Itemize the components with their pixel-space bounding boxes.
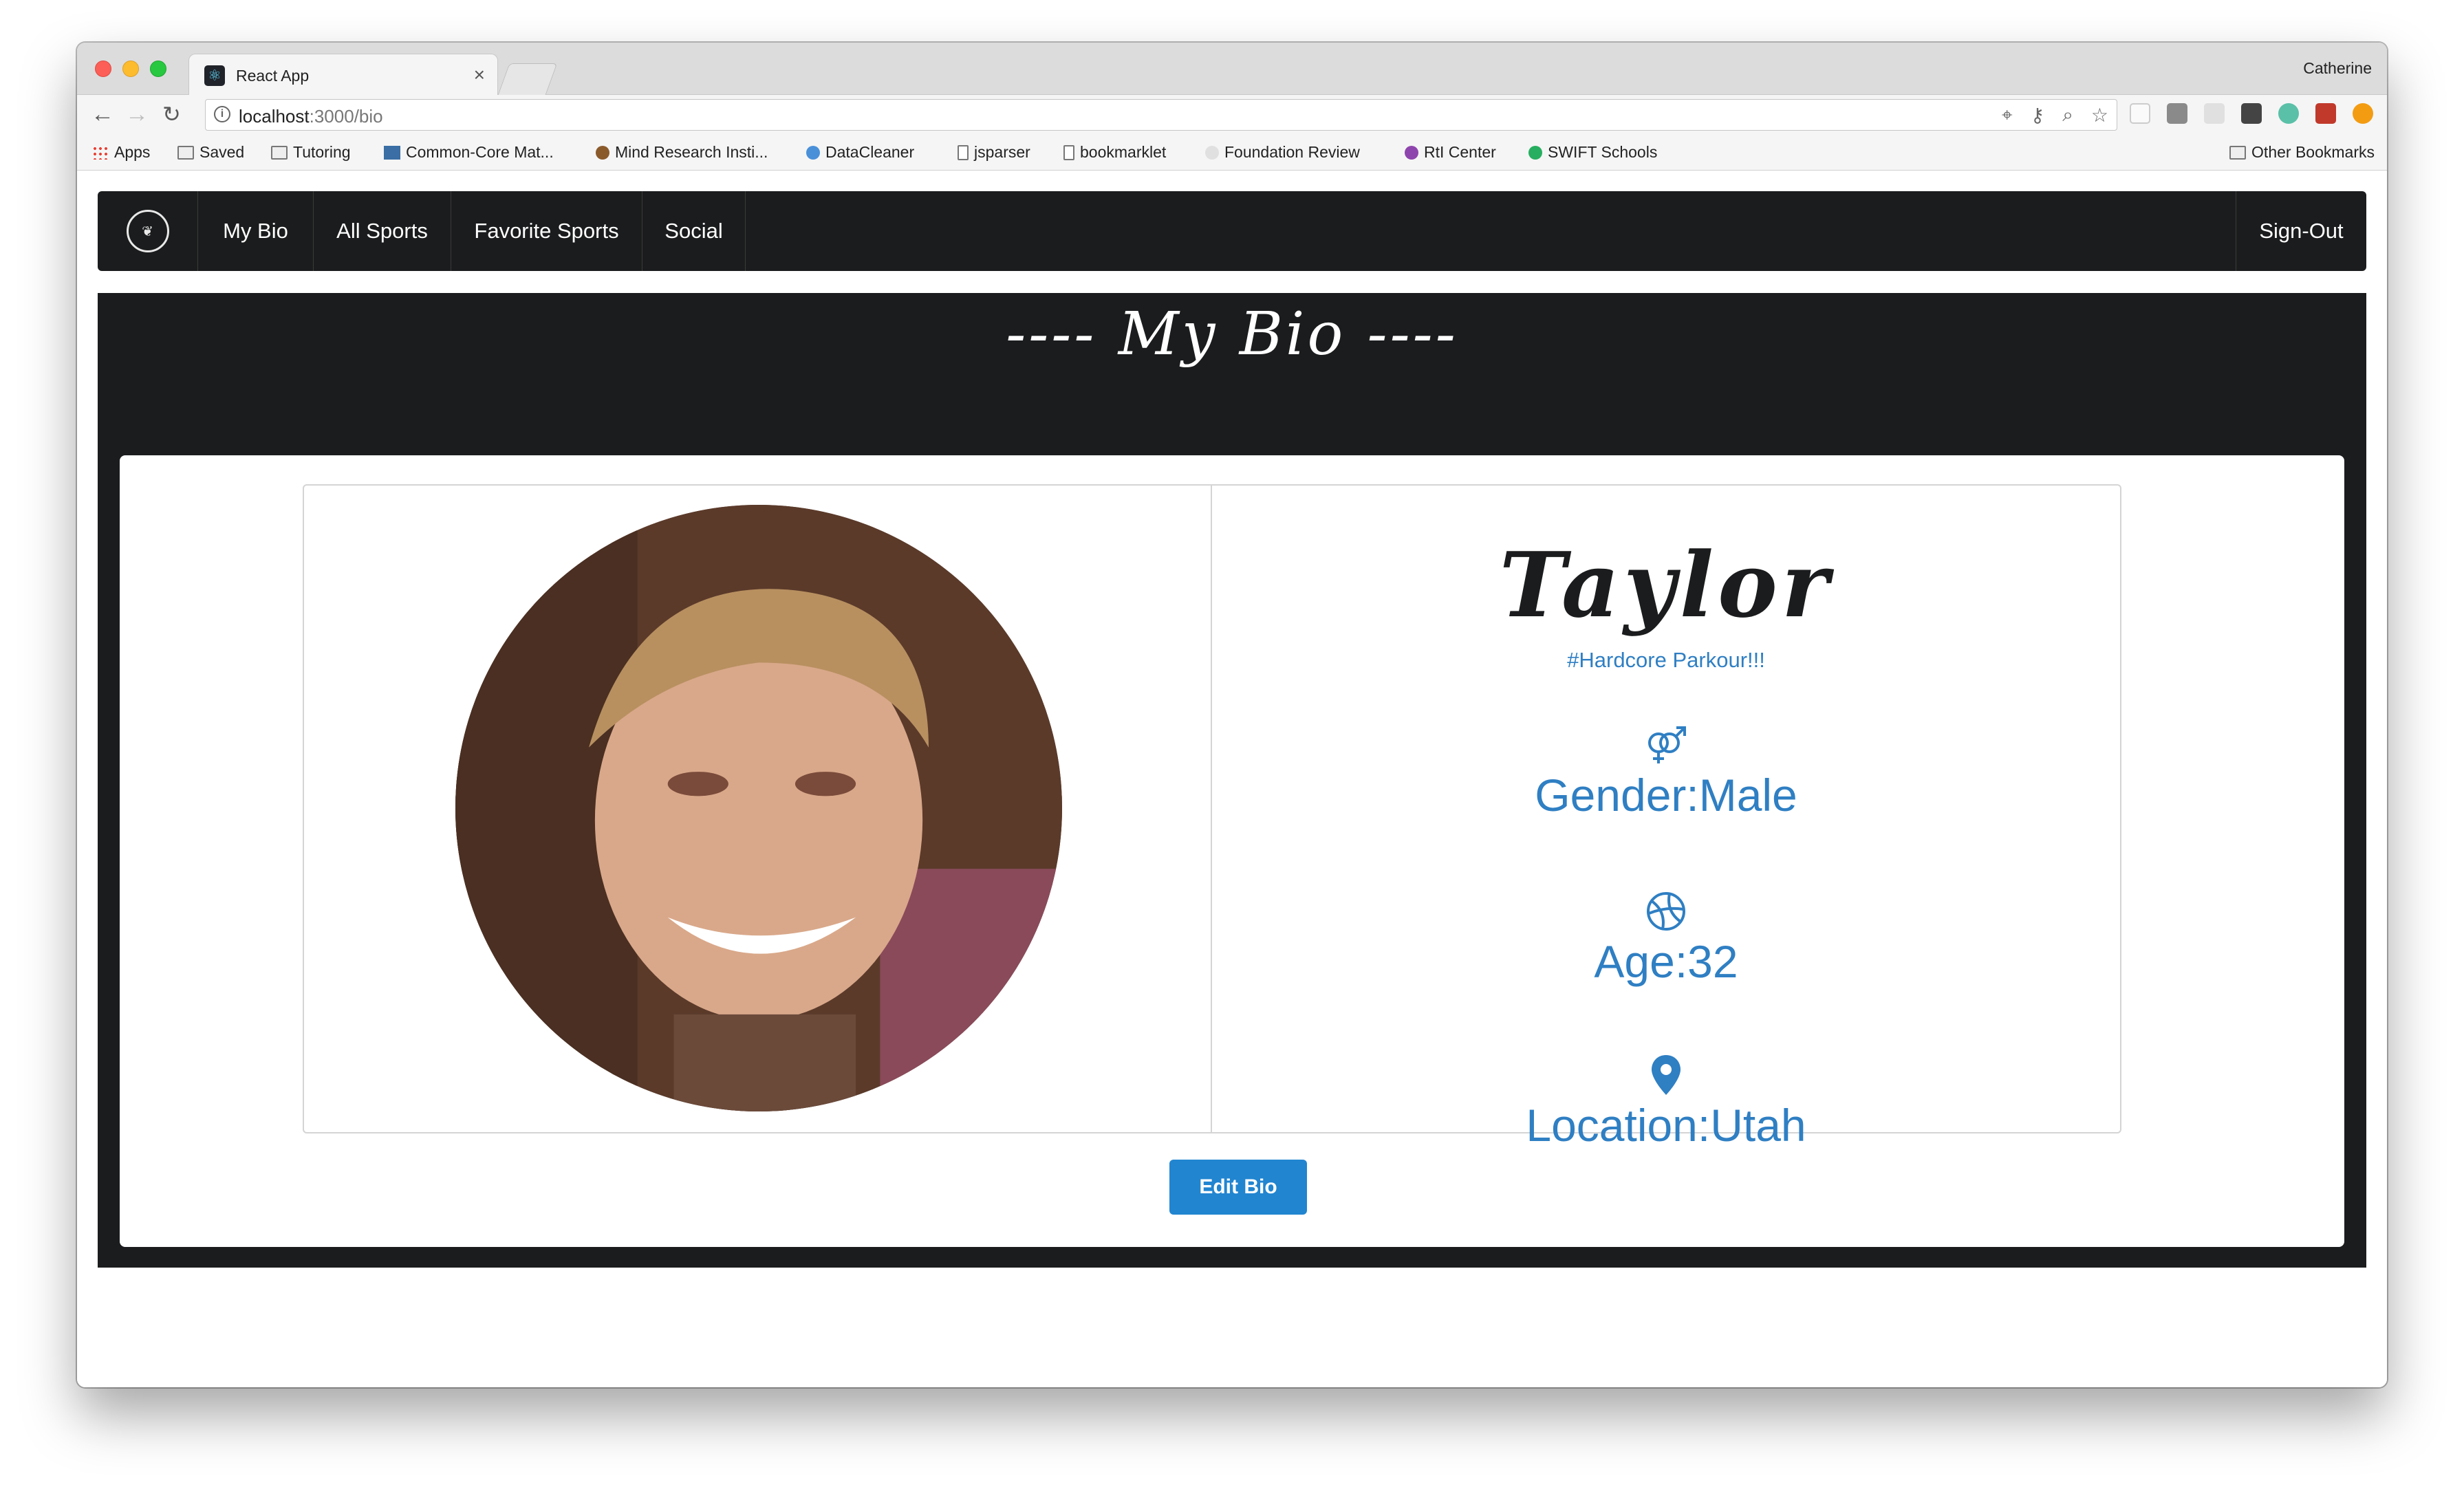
laurel-logo-icon: ❦ [126,210,169,252]
maximize-window-button[interactable] [150,61,166,77]
bookmark-apps[interactable]: Apps [92,143,150,162]
page-viewport: ❦ My Bio All Sports Favorite Sports Soci… [77,171,2387,1387]
profile-tagline: #Hardcore Parkour!!! [1567,648,1765,672]
profile-name-heading: Taylor [1499,532,1833,638]
page-icon [1063,144,1074,160]
extension-red-icon[interactable] [2315,103,2336,124]
nav-favorite-sports[interactable]: Favorite Sports [451,191,642,271]
folder-icon [271,145,288,160]
bookmark-common-core[interactable]: Common-Core Mat... [384,143,554,162]
avatar [455,505,1062,1111]
bookmark-label: bookmarklet [1080,143,1167,161]
page-title: ---- My Bio ---- [1006,300,1458,369]
browser-tab[interactable]: ⚛ React App × [188,54,498,96]
location-target-icon[interactable]: ⌖ [2002,104,2013,127]
bio-section: ---- My Bio ---- Taylor #Hardcore Parkou… [98,293,2366,1268]
foundation-review-icon [1205,145,1219,160]
bookmark-label: RtI Center [1424,143,1496,161]
bookmark-label: Apps [114,143,151,161]
extension-dark-icon[interactable] [2241,103,2262,124]
datacleaner-icon [806,145,820,160]
url-text[interactable]: localhost:3000/bio [239,106,383,127]
extension-green-icon[interactable] [2278,103,2299,124]
browser-titlebar: ⚛ React App × Catherine [77,43,2387,96]
react-icon: ⚛ [204,65,225,86]
bookmark-mind-research[interactable]: Mind Research Insti... [596,143,768,162]
back-arrow-icon[interactable]: ← [91,102,114,127]
key-icon[interactable]: ⚷ [2031,104,2045,127]
extension-orange-icon[interactable] [2353,103,2373,124]
sign-out-button[interactable]: Sign-Out [2236,191,2366,271]
swift-schools-icon [1528,145,1542,160]
profile-photo [455,505,1062,1111]
minimize-window-button[interactable] [122,61,139,77]
bookmark-label: jsparser [974,143,1030,161]
bookmark-jsparser[interactable]: jsparser [958,143,1030,162]
zoom-icon[interactable]: ⌕ [2062,104,2073,127]
nav-social[interactable]: Social [642,191,746,271]
browser-window: ⚛ React App × Catherine ← → ↻ i localhos… [77,43,2387,1387]
tab-title: React App [236,67,310,85]
photo-segment [303,484,1212,1133]
location-stat: Location:Utah [1212,1051,2120,1151]
age-text: Age:32 [1594,936,1738,987]
bookmark-label: Mind Research Insti... [615,143,768,161]
gender-text: Gender:Male [1535,770,1797,821]
info-segment: Taylor #Hardcore Parkour!!! Gender:Male [1212,484,2121,1151]
folder-icon [177,145,194,160]
extension-light-icon[interactable] [2204,103,2225,124]
profile-name[interactable]: Catherine [2303,59,2372,78]
bookmark-saved[interactable]: Saved [177,143,244,162]
app-navbar: ❦ My Bio All Sports Favorite Sports Soci… [98,191,2366,271]
reload-icon[interactable]: ↻ [162,102,181,127]
rti-center-icon [1405,145,1418,160]
page-icon [958,144,969,160]
bookmarks-bar: Apps Saved Tutoring Common-Core Mat... M… [77,135,2387,171]
bookmark-tutoring[interactable]: Tutoring [271,143,351,162]
bookmark-label: Foundation Review [1224,143,1360,161]
edit-bio-button[interactable]: Edit Bio [1169,1160,1307,1215]
map-marker-icon [1652,1055,1681,1095]
address-bar[interactable]: i localhost:3000/bio ⌖ ⚷ ⌕ ☆ [205,99,2117,131]
star-icon[interactable]: ☆ [2091,104,2108,127]
bookmark-other[interactable]: Other Bookmarks [2229,143,2375,162]
mind-research-icon [596,145,609,160]
browser-toolbar: ← → ↻ i localhost:3000/bio ⌖ ⚷ ⌕ ☆ [77,95,2387,135]
close-icon[interactable]: × [474,64,485,86]
nav-all-sports[interactable]: All Sports [314,191,451,271]
gender-icon [1648,726,1686,763]
bookmark-label: Saved [199,143,245,161]
close-window-button[interactable] [95,61,111,77]
apps-grid-icon [92,145,109,160]
bookmark-label: Common-Core Mat... [406,143,554,161]
common-core-icon [384,145,400,160]
bookmark-bookmarklet[interactable]: bookmarklet [1063,143,1166,162]
url-path: :3000/bio [309,106,383,127]
extension-icons [2130,103,2373,124]
extension-gray-icon[interactable] [2167,103,2187,124]
new-tab-button[interactable] [497,63,558,95]
age-stat: Age:32 [1212,887,2120,988]
basketball-icon [1647,892,1685,931]
url-host: localhost [239,106,310,127]
gender-stat: Gender:Male [1212,721,2120,821]
bookmark-label: DataCleaner [825,143,915,161]
location-text: Location:Utah [1526,1100,1806,1151]
bio-card: Taylor #Hardcore Parkour!!! Gender:Male [120,455,2344,1247]
app-logo[interactable]: ❦ [98,191,198,271]
bookmark-rti-center[interactable]: RtI Center [1405,143,1496,162]
nav-my-bio[interactable]: My Bio [198,191,314,271]
bookmark-foundation-review[interactable]: Foundation Review [1205,143,1360,162]
forward-arrow-icon[interactable]: → [125,102,149,127]
bookmark-swift-schools[interactable]: SWIFT Schools [1528,143,1657,162]
extension-blank-icon[interactable] [2130,103,2150,124]
bookmark-label: SWIFT Schools [1548,143,1658,161]
bookmark-datacleaner[interactable]: DataCleaner [806,143,914,162]
bookmark-label: Tutoring [293,143,351,161]
bookmark-label: Other Bookmarks [2251,143,2375,161]
info-icon[interactable]: i [214,106,230,122]
address-bar-icons: ⌖ ⚷ ⌕ ☆ [2002,104,2108,127]
folder-icon [2229,145,2247,160]
